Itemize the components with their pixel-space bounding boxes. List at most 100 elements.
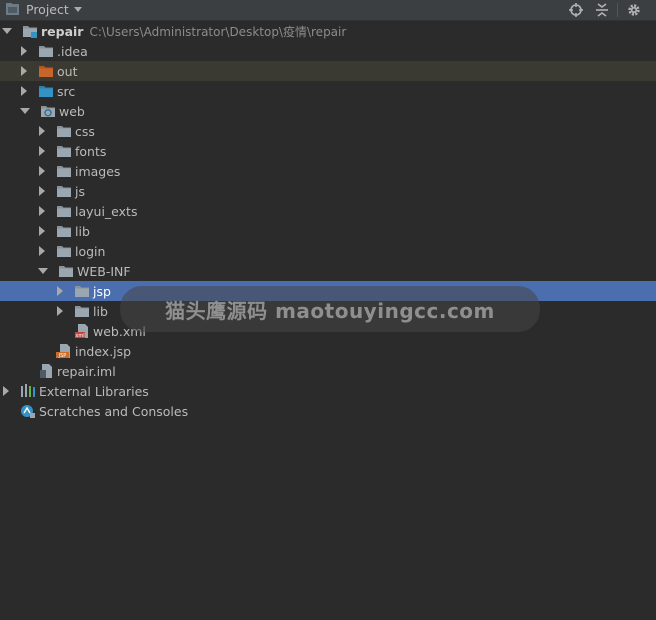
folder-icon <box>56 144 75 158</box>
folder-icon <box>56 224 75 238</box>
tree-node: js <box>38 181 85 201</box>
folder-icon <box>56 204 75 218</box>
tree-node: login <box>38 241 105 261</box>
tree-node-label: External Libraries <box>39 383 149 399</box>
chevron-right-icon[interactable] <box>39 126 45 136</box>
watermark-text: 猫头鹰源码 maotouyingcc.com <box>165 298 495 323</box>
project-panel-header: Project <box>0 0 656 21</box>
watermark: 猫头鹰源码 maotouyingcc.com <box>120 286 540 332</box>
tree-row-js[interactable]: js <box>0 181 656 201</box>
tree-row-external-libraries[interactable]: External Libraries <box>0 381 656 401</box>
tree-node-label: WEB-INF <box>77 263 131 279</box>
iml-file-icon <box>38 364 57 378</box>
folder-icon <box>56 244 75 258</box>
libraries-icon <box>20 384 39 398</box>
tree-node-label: lib <box>75 223 90 239</box>
tree-node: images <box>38 161 120 181</box>
tree-row-scratches-and-consoles[interactable]: Scratches and Consoles <box>0 401 656 421</box>
web-folder-icon <box>40 104 59 118</box>
chevron-right-icon[interactable] <box>39 246 45 256</box>
tree-node-label: repair <box>41 23 84 39</box>
tree-row-repair-iml[interactable]: repair.iml <box>0 361 656 381</box>
chevron-right-icon[interactable] <box>39 166 45 176</box>
tree-node: External Libraries <box>2 381 149 401</box>
toolbar-divider <box>617 3 618 17</box>
folder-icon <box>74 284 93 298</box>
crosshair-icon[interactable] <box>567 0 585 20</box>
tree-node: .idea <box>20 41 88 61</box>
tree-row-lib[interactable]: lib <box>0 221 656 241</box>
tree-node-label: login <box>75 243 106 259</box>
tree-node: repair.iml <box>20 361 116 381</box>
folder-icon <box>56 164 75 178</box>
chevron-right-icon[interactable] <box>39 206 45 216</box>
collapse-all-icon[interactable] <box>594 0 610 20</box>
tree-row-images[interactable]: images <box>0 161 656 181</box>
tree-row-layui-exts[interactable]: layui_exts <box>0 201 656 221</box>
tree-node: Scratches and Consoles <box>2 401 188 421</box>
gear-icon[interactable] <box>626 0 642 20</box>
scratches-icon <box>20 404 39 418</box>
chevron-down-icon[interactable] <box>20 108 30 114</box>
tree-node: jsp <box>56 281 111 301</box>
tree-node-label: fonts <box>75 143 107 159</box>
tree-node: repair C:\Users\Administrator\Desktop\疫情\… <box>2 21 346 41</box>
source-folder-icon <box>38 84 57 98</box>
excluded-folder-icon <box>38 64 57 78</box>
tree-node-label: out <box>57 63 78 79</box>
tree-node-label: images <box>75 163 121 179</box>
tree-node: WEB-INF <box>38 261 131 281</box>
svg-text:xml: xml <box>75 333 84 338</box>
chevron-right-icon[interactable] <box>21 86 27 96</box>
tree-node: src <box>20 81 75 101</box>
chevron-right-icon[interactable] <box>3 386 9 396</box>
chevron-right-icon[interactable] <box>57 286 63 296</box>
tree-row-web-inf[interactable]: WEB-INF <box>0 261 656 281</box>
chevron-down-icon[interactable] <box>2 28 12 34</box>
xml-file-icon: xml <box>74 324 93 338</box>
chevron-right-icon[interactable] <box>39 146 45 156</box>
tree-node-label: .idea <box>57 43 88 59</box>
panel-title[interactable]: Project <box>26 1 69 18</box>
chevron-down-icon[interactable] <box>74 7 82 12</box>
jsp-file-icon: JSP <box>56 344 75 358</box>
module-path: C:\Users\Administrator\Desktop\疫情\repair <box>89 24 347 39</box>
chevron-right-icon[interactable] <box>21 66 27 76</box>
tree-node: JSP index.jsp <box>38 341 131 361</box>
tree-node-label: css <box>75 123 95 139</box>
tree-node: web <box>20 101 85 121</box>
tree-node-label: Scratches and Consoles <box>39 403 189 419</box>
tree-row-web[interactable]: web <box>0 101 656 121</box>
tree-node-label: web <box>59 103 85 119</box>
tree-row-fonts[interactable]: fonts <box>0 141 656 161</box>
tree-row-css[interactable]: css <box>0 121 656 141</box>
tree-row-index-jsp[interactable]: JSP index.jsp <box>0 341 656 361</box>
tree-node: out <box>20 61 77 81</box>
tree-row-src[interactable]: src <box>0 81 656 101</box>
tree-row-out[interactable]: out <box>0 61 656 81</box>
svg-text:JSP: JSP <box>58 353 67 358</box>
folder-icon <box>56 124 75 138</box>
tree-node: lib <box>56 301 108 321</box>
chevron-right-icon[interactable] <box>57 306 63 316</box>
tree-row-login[interactable]: login <box>0 241 656 261</box>
chevron-right-icon[interactable] <box>39 226 45 236</box>
tree-node-label: jsp <box>93 283 111 299</box>
tree-node: lib <box>38 221 90 241</box>
tree-node-label: index.jsp <box>75 343 132 359</box>
tree-node: css <box>38 121 95 141</box>
tree-row-repair[interactable]: repair C:\Users\Administrator\Desktop\疫情\… <box>0 21 656 41</box>
tree-node-label: layui_exts <box>75 203 138 219</box>
tree-node: fonts <box>38 141 106 161</box>
chevron-right-icon[interactable] <box>21 46 27 56</box>
folder-icon <box>58 264 77 278</box>
chevron-down-icon[interactable] <box>38 268 48 274</box>
project-icon <box>6 3 19 15</box>
folder-icon <box>56 184 75 198</box>
folder-icon <box>38 44 57 58</box>
tree-row-idea[interactable]: .idea <box>0 41 656 61</box>
tree-node: layui_exts <box>38 201 137 221</box>
chevron-right-icon[interactable] <box>39 186 45 196</box>
tree-node-label: js <box>75 183 85 199</box>
folder-icon <box>74 304 93 318</box>
